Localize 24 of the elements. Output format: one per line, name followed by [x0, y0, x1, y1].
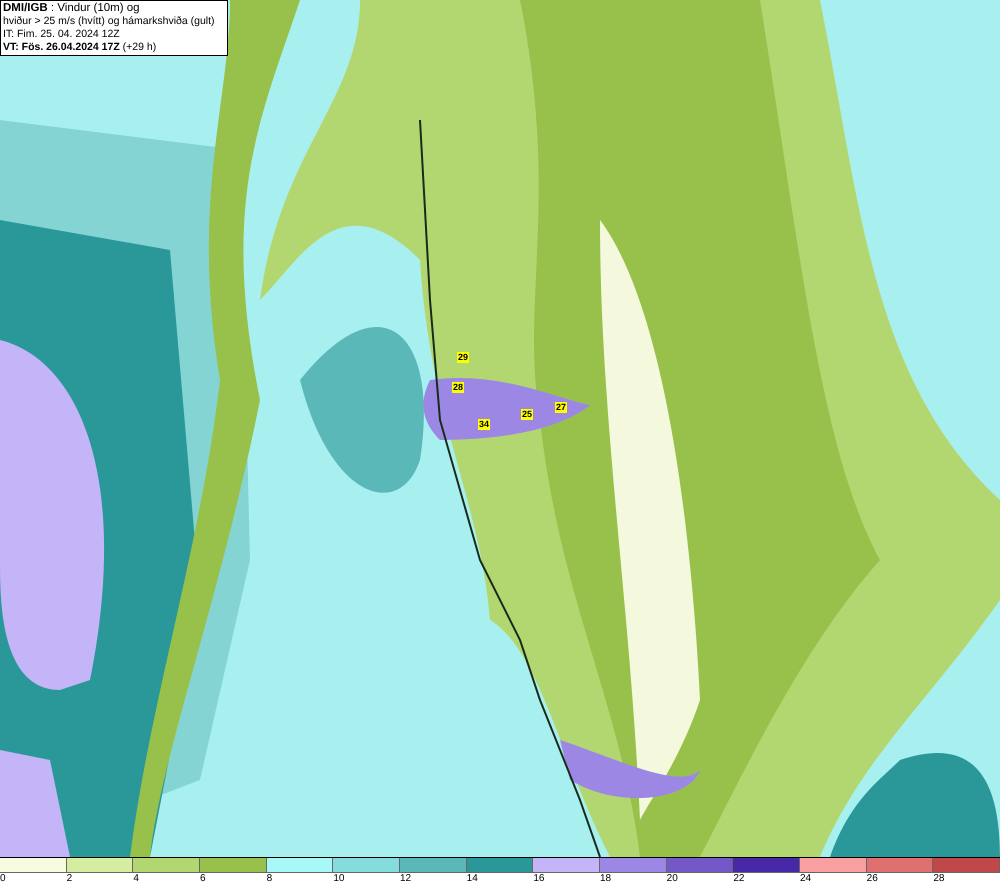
legend-label: 24	[800, 873, 812, 885]
title-line: hviður > 25 m/s (hvítt) og hámarkshviða (gult)	[3, 15, 216, 28]
legend-label: 6	[200, 873, 206, 885]
legend-label: 26	[866, 873, 878, 885]
legend-label: 4	[133, 873, 139, 885]
legend-label: 10	[333, 873, 344, 885]
gust-label: 34	[478, 419, 490, 430]
title-line: IT: Fim. 25. 04. 2024 12Z	[3, 28, 121, 41]
legend-label: 18	[600, 873, 612, 885]
legend-label: 14	[466, 873, 478, 885]
gust-label: 29	[457, 352, 470, 363]
legend-label: 16	[533, 873, 544, 885]
gust-label: 28	[452, 382, 464, 393]
gust-label: 27	[555, 402, 568, 413]
gust-label: 25	[521, 409, 534, 420]
legend-label: 12	[400, 873, 412, 885]
legend-label: 20	[666, 873, 678, 885]
legend-label: 28	[933, 873, 944, 885]
title-line: VT: Fös. 26.04.2024 17Z (+29 h)	[3, 41, 158, 54]
legend-label: 0	[0, 873, 6, 885]
legend-label: 8	[266, 873, 272, 885]
legend-label: 22	[733, 873, 744, 885]
title-line: DMI/IGB : Vindur (10m) og	[3, 2, 141, 15]
legend-label: 2	[66, 873, 72, 885]
